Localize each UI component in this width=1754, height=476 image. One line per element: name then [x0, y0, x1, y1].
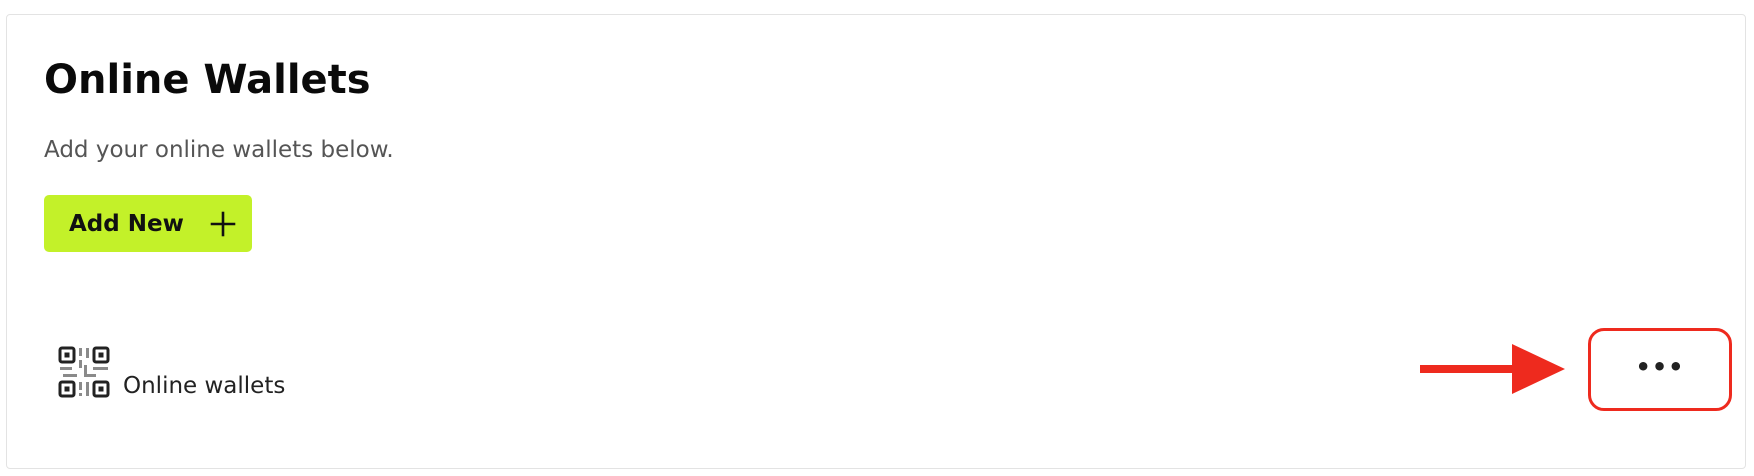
- add-new-button-label: Add New: [69, 210, 184, 237]
- qr-code-icon: [58, 346, 110, 398]
- wallet-list-item[interactable]: Online wallets: [58, 340, 286, 399]
- page-subtitle: Add your online wallets below.: [44, 137, 394, 163]
- page-title: Online Wallets: [44, 57, 371, 103]
- arrow-right-icon: [1420, 344, 1565, 394]
- wallet-item-label: Online wallets: [123, 373, 286, 399]
- add-new-button[interactable]: Add New: [44, 195, 252, 252]
- plus-icon: [210, 211, 236, 236]
- more-options-icon: •••: [1635, 352, 1685, 381]
- more-options-button[interactable]: •••: [1588, 328, 1732, 411]
